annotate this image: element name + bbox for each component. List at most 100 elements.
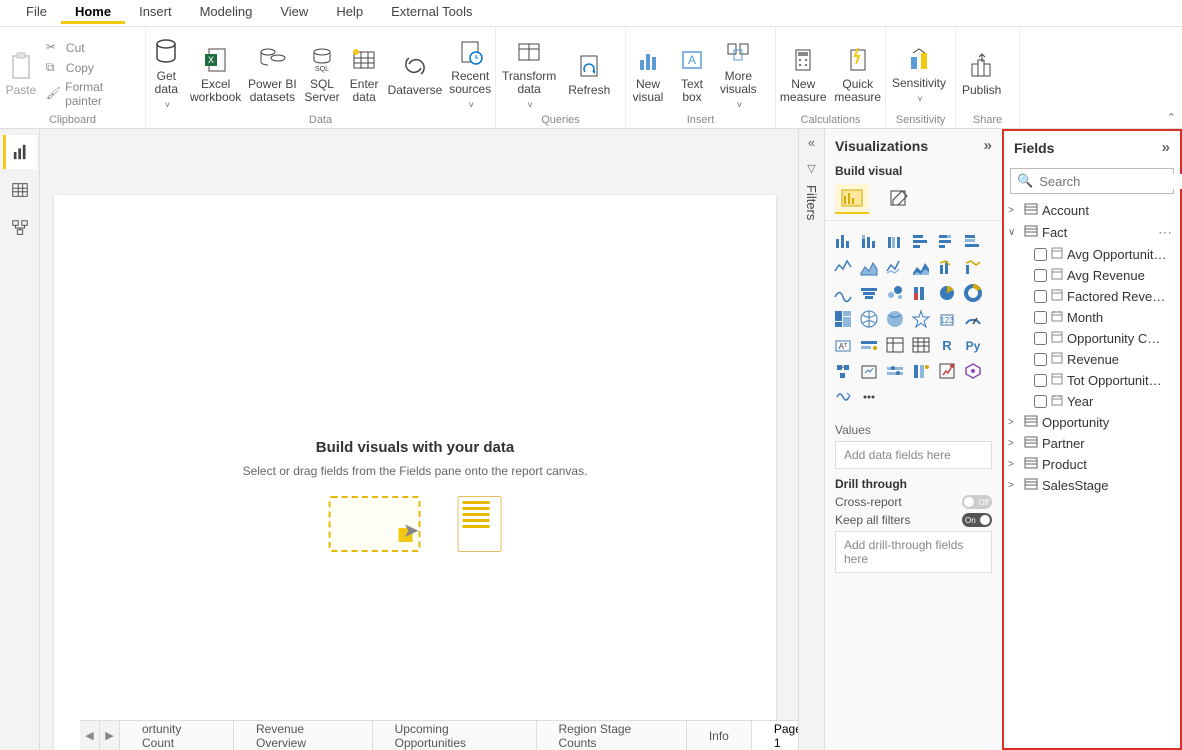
excel-button[interactable]: XExcel workbook [187,40,245,104]
field-month[interactable]: Month [1008,307,1176,328]
more-visuals-button[interactable]: More visuals [714,32,763,111]
viz-type-18[interactable] [831,307,855,331]
viz-type-36[interactable] [831,385,855,409]
viz-type-15[interactable] [909,281,933,305]
sensitivity-button[interactable]: Sensitivity [886,39,952,105]
viz-type-27[interactable] [909,333,933,357]
format-painter-button[interactable]: 🖌Format painter [42,78,141,110]
report-view-button[interactable] [3,135,37,169]
page-tab-4[interactable]: Info [687,721,752,750]
build-visual-tab[interactable] [835,184,869,214]
ribbon-collapse-button[interactable]: ⌃ [1167,111,1176,124]
viz-type-7[interactable] [857,255,881,279]
viz-type-22[interactable]: 123 [935,307,959,331]
drill-drop-zone[interactable]: Add drill-through fields here [835,531,992,573]
viz-collapse-button[interactable]: » [984,137,992,154]
cross-report-toggle[interactable]: Off [962,495,992,509]
refresh-button[interactable]: Refresh [562,46,616,97]
menu-view[interactable]: View [266,0,322,21]
values-drop-zone[interactable]: Add data fields here [835,441,992,469]
viz-type-34[interactable] [935,359,959,383]
viz-type-19[interactable] [857,307,881,331]
sql-server-button[interactable]: SQLSQL Server [300,40,344,104]
filters-expand-icon[interactable]: « [808,129,815,156]
page-tab-3[interactable]: Region Stage Counts [537,721,687,750]
viz-type-21[interactable] [909,307,933,331]
get-data-button[interactable]: Get data [146,32,187,111]
menu-home[interactable]: Home [61,0,125,24]
menu-insert[interactable]: Insert [125,0,186,21]
viz-type-6[interactable] [831,255,855,279]
viz-type-14[interactable] [883,281,907,305]
table-account[interactable]: >Account [1008,200,1176,221]
viz-type-17[interactable] [961,281,985,305]
viz-type-32[interactable] [883,359,907,383]
menu-modeling[interactable]: Modeling [186,0,267,21]
field-revenue[interactable]: Revenue [1008,349,1176,370]
new-measure-button[interactable]: New measure [776,40,831,104]
text-box-button[interactable]: AText box [670,40,714,104]
data-view-button[interactable] [3,173,37,207]
viz-type-10[interactable] [935,255,959,279]
viz-type-35[interactable] [961,359,985,383]
viz-type-13[interactable] [857,281,881,305]
keep-filters-toggle[interactable]: On [962,513,992,527]
page-tab-0[interactable]: ortunity Count [120,721,234,750]
model-view-button[interactable] [3,211,37,245]
field-avg-revenue[interactable]: Avg Revenue [1008,265,1176,286]
viz-type-12[interactable] [831,281,855,305]
viz-type-30[interactable] [831,359,855,383]
menu-help[interactable]: Help [322,0,377,21]
tab-scroll-left[interactable]: ◀ [80,721,100,750]
field-avg-opportunity-[interactable]: Avg Opportunity... [1008,244,1176,265]
viz-type-26[interactable] [883,333,907,357]
page-tab-1[interactable]: Revenue Overview [234,721,373,750]
fields-search[interactable]: 🔍 [1010,168,1174,194]
viz-type-33[interactable] [909,359,933,383]
tab-scroll-right[interactable]: ▶ [100,721,120,750]
viz-type-1[interactable] [857,229,881,253]
viz-type-37[interactable] [857,385,881,409]
report-canvas[interactable]: Build visuals with your data Select or d… [54,195,776,750]
enter-data-button[interactable]: Enter data [344,40,385,104]
paste-button[interactable]: Paste [0,46,42,97]
field-opportunity-cou-[interactable]: Opportunity Cou... [1008,328,1176,349]
viz-type-4[interactable] [935,229,959,253]
recent-sources-button[interactable]: Recent sources [445,32,495,111]
dataverse-button[interactable]: Dataverse [384,46,445,97]
format-visual-tab[interactable] [883,184,917,214]
table-partner[interactable]: >Partner [1008,433,1176,454]
table-salesstage[interactable]: >SalesStage [1008,475,1176,496]
viz-type-11[interactable] [961,255,985,279]
fields-collapse-button[interactable]: » [1162,139,1170,156]
viz-type-16[interactable] [935,281,959,305]
pbi-datasets-button[interactable]: Power BI datasets [245,40,301,104]
menu-file[interactable]: File [12,0,61,21]
viz-type-0[interactable] [831,229,855,253]
viz-type-25[interactable] [857,333,881,357]
viz-type-9[interactable] [909,255,933,279]
viz-type-5[interactable] [961,229,985,253]
viz-type-29[interactable]: Py [961,333,985,357]
viz-type-24[interactable]: Aᵀ [831,333,855,357]
viz-type-8[interactable] [883,255,907,279]
page-tab-2[interactable]: Upcoming Opportunities [373,721,537,750]
cut-button[interactable]: ✂Cut [42,38,141,58]
page-tab-5[interactable]: Page 1 [752,721,798,750]
copy-button[interactable]: ⧉Copy [42,58,141,78]
filters-pane-collapsed[interactable]: « ▽ Filters [798,129,824,750]
new-visual-button[interactable]: New visual [626,40,670,104]
viz-type-31[interactable] [857,359,881,383]
field-tot-opportunity-[interactable]: Tot Opportunity ... [1008,370,1176,391]
table-fact[interactable]: ∨Fact⋯ [1008,221,1176,244]
viz-type-3[interactable] [909,229,933,253]
quick-measure-button[interactable]: Quick measure [831,40,886,104]
viz-type-28[interactable]: R [935,333,959,357]
field-factored-revenue[interactable]: Factored Revenue [1008,286,1176,307]
viz-type-20[interactable] [883,307,907,331]
table-opportunity[interactable]: >Opportunity [1008,412,1176,433]
fields-search-input[interactable] [1039,174,1182,189]
viz-type-2[interactable] [883,229,907,253]
transform-data-button[interactable]: Transform data [496,32,562,111]
menu-external-tools[interactable]: External Tools [377,0,486,21]
